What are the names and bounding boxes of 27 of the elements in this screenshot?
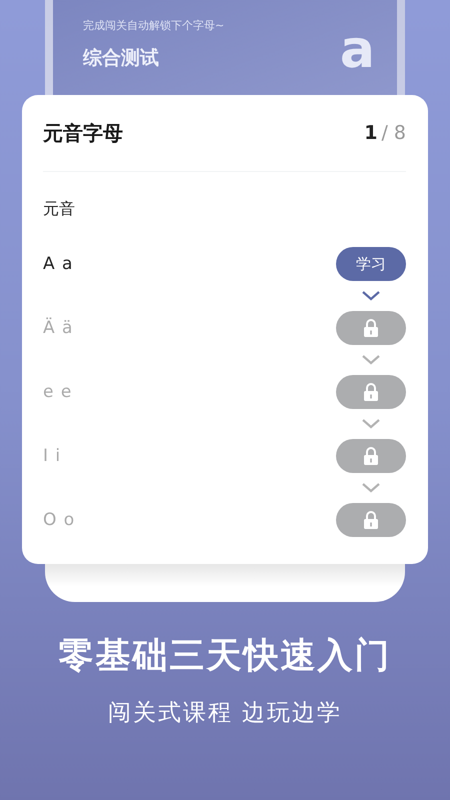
locked-button[interactable] [336, 503, 406, 537]
letter-pair: A a [43, 254, 74, 274]
letter-pair: Ä ä [43, 318, 74, 338]
locked-button[interactable] [336, 375, 406, 409]
chevron-down-icon [362, 355, 380, 365]
lock-icon [364, 383, 378, 401]
card-title: 元音字母 [43, 120, 123, 146]
hint-text: 完成闯关自动解锁下个字母~ [83, 18, 224, 33]
letter-pair: I i [43, 446, 62, 466]
study-button[interactable]: 学习 [336, 247, 406, 281]
lock-icon [364, 511, 378, 529]
letter-pair: e e [43, 382, 72, 402]
current-page: 1 [364, 122, 378, 144]
page-total: / 8 [381, 122, 406, 144]
headline: 零基础三天快速入门 [58, 635, 392, 678]
chevron-down-icon [362, 483, 380, 493]
lock-icon [364, 447, 378, 465]
letter-watermark: a [340, 24, 375, 76]
subtitle: 闯关式课程 边玩边学 [106, 699, 344, 728]
lock-icon [364, 319, 378, 337]
chevron-down-icon [362, 291, 380, 301]
locked-button[interactable] [336, 439, 406, 473]
section-label: 元音 [43, 199, 75, 220]
lesson-title: 综合测试 [83, 46, 160, 71]
letter-pair: O o [43, 510, 76, 530]
chevron-down-icon [362, 419, 380, 429]
locked-button[interactable] [336, 311, 406, 345]
